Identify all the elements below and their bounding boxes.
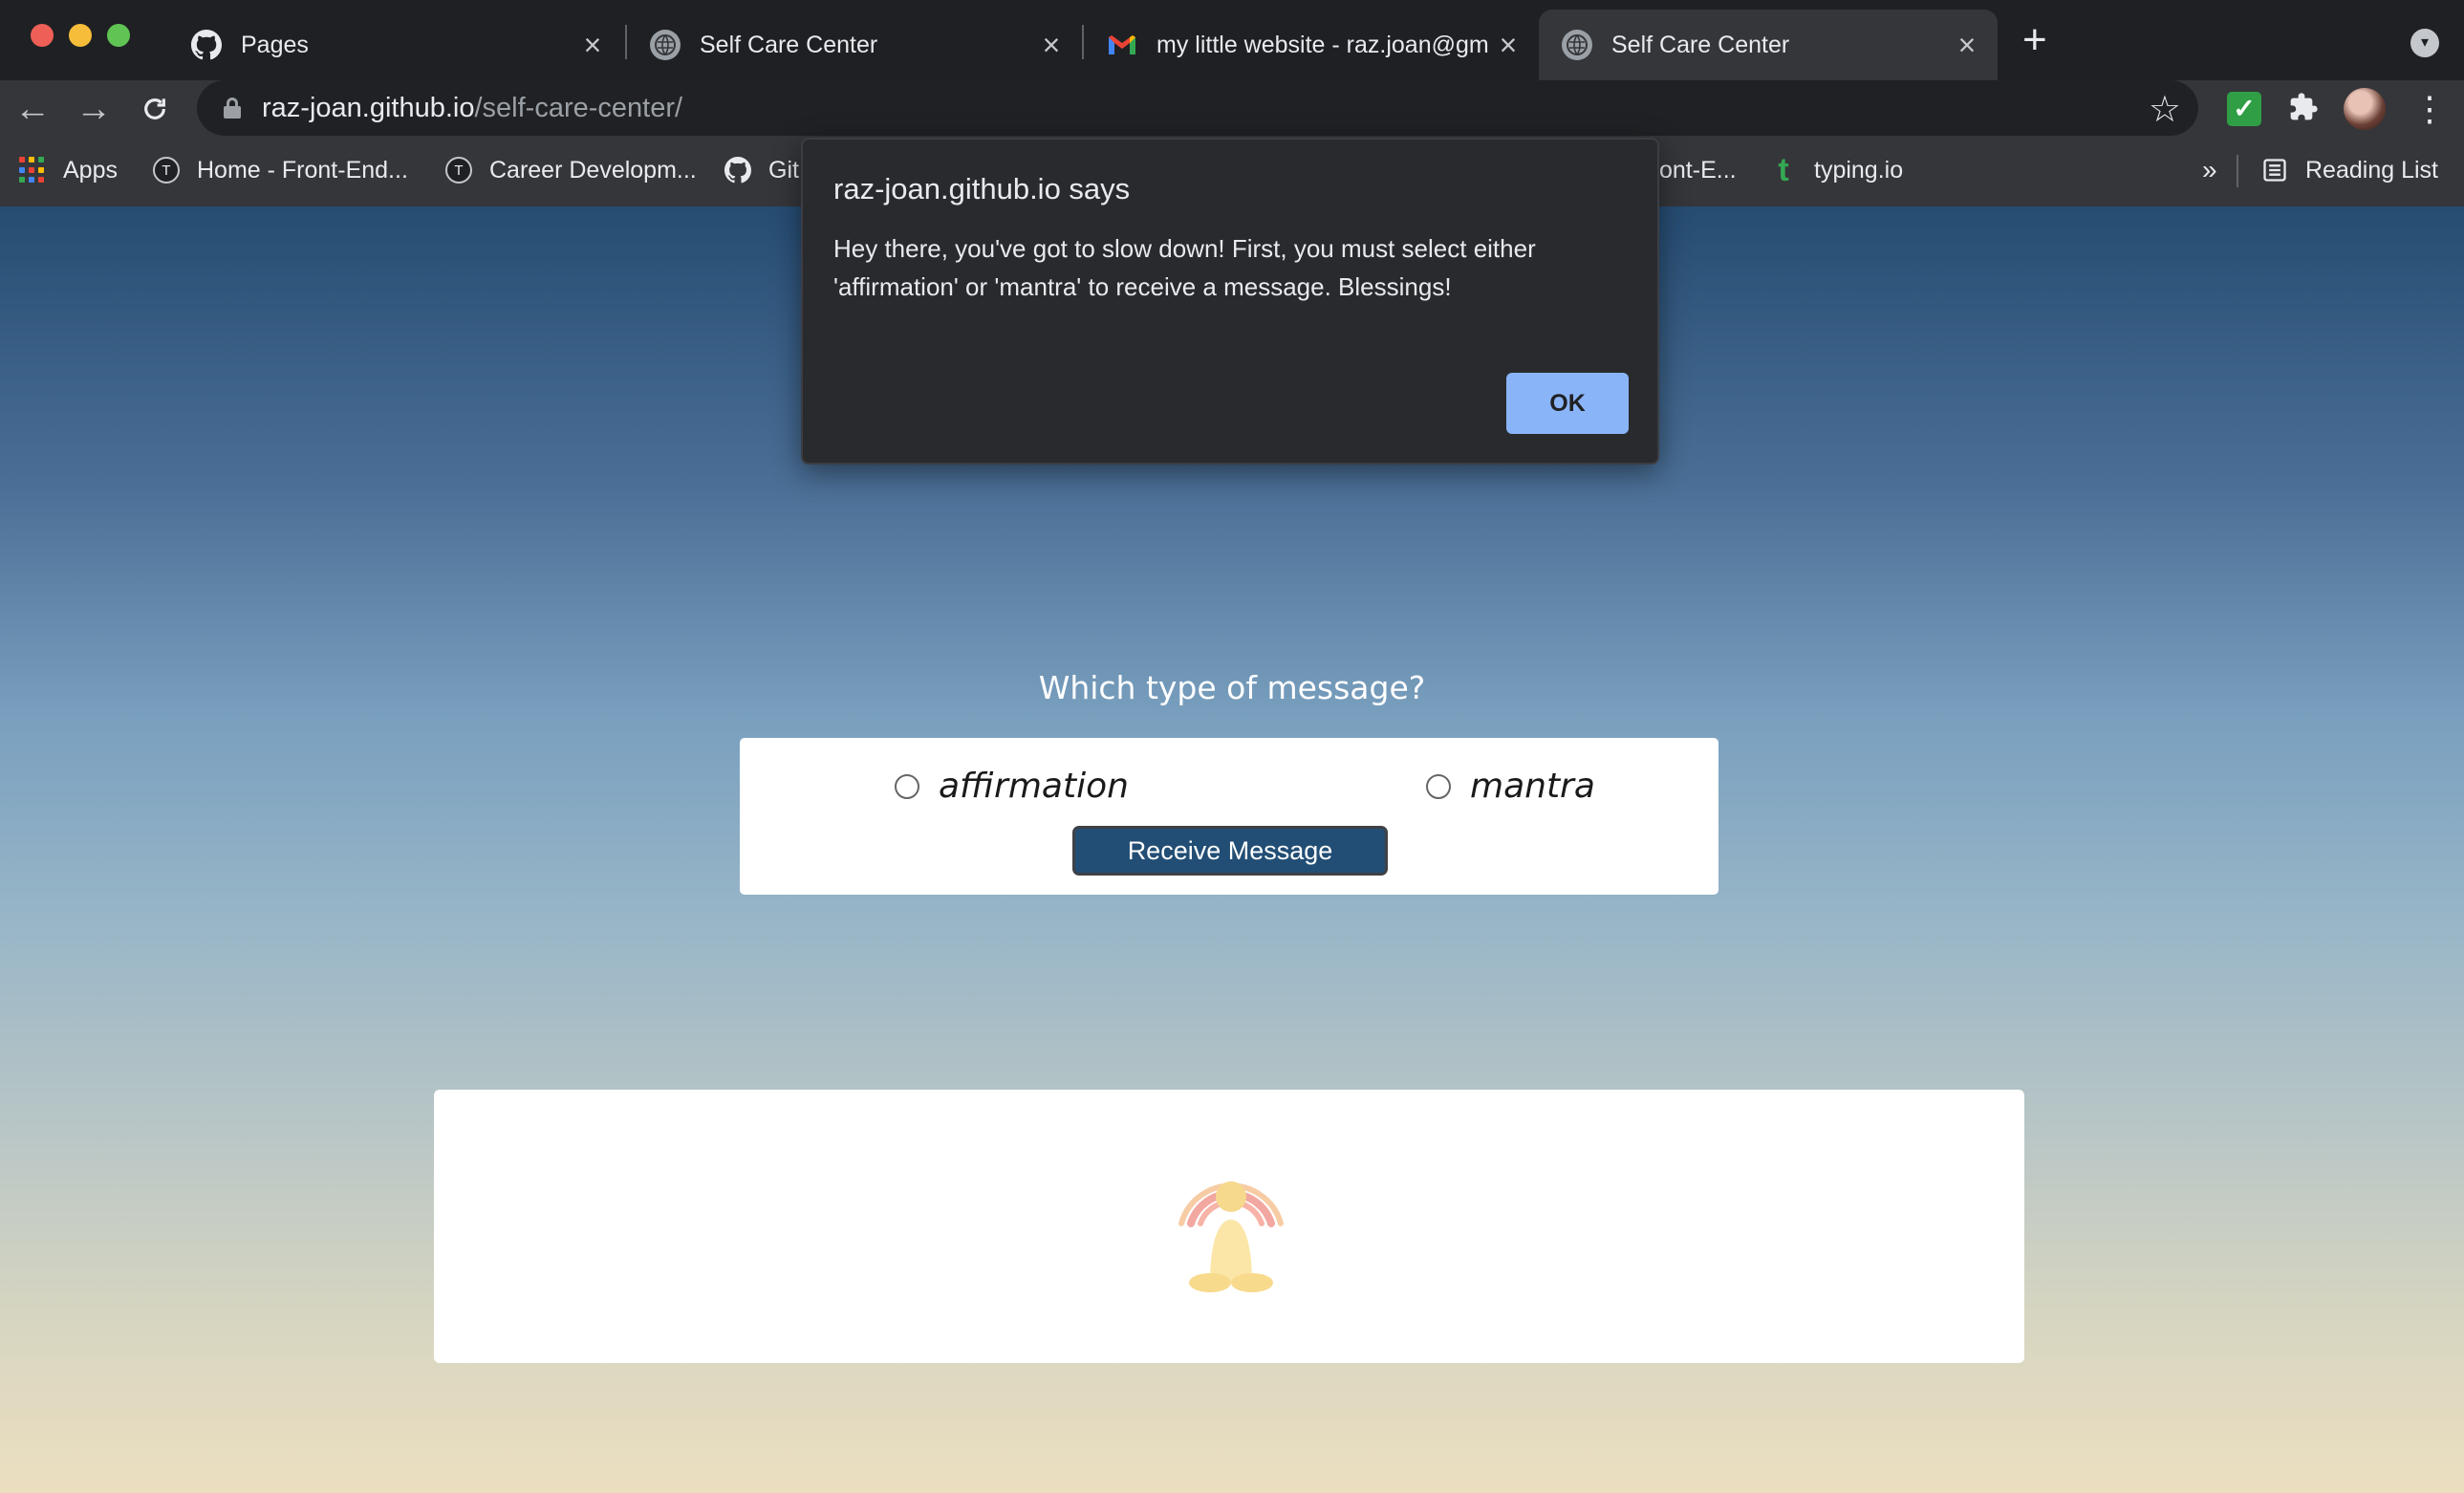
reload-icon[interactable] [134,88,176,130]
bookmark-front-end[interactable]: ont-E... [1659,143,1737,197]
bookmark-label: Apps [63,156,118,184]
menu-kebab-icon[interactable]: ⋮ [2412,92,2447,126]
extensions-puzzle-icon[interactable] [2286,92,2321,126]
bookmarks-separator [2237,155,2238,187]
tab-label: my little website - raz.joan@gm [1156,31,1489,58]
lock-icon [224,97,241,119]
bookmarks-overflow-button[interactable]: » [2202,143,2217,197]
affirmation-label[interactable]: affirmation [939,767,1129,806]
alert-ok-button[interactable]: OK [1506,373,1629,434]
extension-check-icon[interactable]: ✓ [2227,92,2261,126]
alert-message: Hey there, you've got to slow down! Firs… [833,234,1536,301]
bookmark-home-front-end[interactable]: T Home - Front-End... [153,143,408,197]
tab-close-icon[interactable]: × [573,28,612,63]
apps-grid-icon [19,157,46,184]
turing-icon: T [445,157,472,184]
message-display-area [434,1090,2024,1363]
window-zoom-button[interactable] [107,24,130,47]
address-bar[interactable]: raz-joan.github.io/self-care-center/ ☆ [197,80,2198,136]
message-type-question: Which type of message? [1038,669,1426,706]
turing-icon: T [153,157,180,184]
back-arrow-icon[interactable]: ← [11,88,54,130]
tab-close-icon[interactable]: × [1489,28,1527,63]
bookmark-career-development[interactable]: T Career Developm... [445,143,697,197]
bookmark-label: ont-E... [1659,156,1737,184]
globe-icon [1562,30,1592,60]
window-close-button[interactable] [31,24,54,47]
bookmark-label: Career Developm... [489,156,697,184]
alert-dialog: raz-joan.github.io says Hey there, you'v… [801,138,1659,465]
bookmark-label: typing.io [1814,156,1904,184]
new-tab-button[interactable]: + [2022,19,2047,61]
bookmark-github[interactable]: Git [724,143,799,197]
gmail-icon [1107,30,1137,60]
tab-label: Self Care Center [700,31,878,58]
reading-list-icon [2261,157,2288,184]
github-icon [724,157,751,184]
reading-list-label: Reading List [2305,156,2438,184]
reading-list-button[interactable]: Reading List [2261,143,2438,197]
message-type-form: affirmation mantra Receive Message [740,738,1718,895]
bookmark-star-icon[interactable]: ☆ [2149,88,2181,131]
affirmation-radio[interactable] [895,773,919,799]
tab-pages[interactable]: Pages × [168,10,623,80]
bookmark-label: Git [768,156,799,184]
browser-tab-strip: Pages × Self Care Center × my little web… [0,0,2464,80]
forward-arrow-icon[interactable]: → [73,88,115,130]
tab-label: Pages [241,31,309,58]
url-host: raz-joan.github.io [262,92,475,123]
tab-close-icon[interactable]: × [1032,28,1070,63]
mantra-label[interactable]: mantra [1470,767,1595,806]
receive-message-button[interactable]: Receive Message [1072,826,1388,876]
bookmark-label: Home - Front-End... [197,156,408,184]
profile-avatar[interactable] [2344,88,2386,130]
tab-search-icon[interactable]: ▾ [2410,29,2439,57]
globe-icon [650,30,681,60]
typing-icon: t [1778,151,1789,188]
tab-self-care-center-active[interactable]: Self Care Center × [1539,10,1998,80]
affirmation-option[interactable]: affirmation [895,767,1129,806]
tab-self-care-center[interactable]: Self Care Center × [627,10,1082,80]
bookmark-apps[interactable]: Apps [19,143,118,197]
alert-title: raz-joan.github.io says [833,172,1131,206]
window-minimize-button[interactable] [69,24,92,47]
mantra-radio[interactable] [1426,773,1451,799]
tab-label: Self Care Center [1611,31,1790,58]
tab-close-icon[interactable]: × [1948,28,1986,63]
tab-gmail[interactable]: my little website - raz.joan@gm × [1084,10,1539,80]
mantra-option[interactable]: mantra [1426,767,1595,806]
github-icon [191,30,222,60]
meditation-icon [1178,1181,1284,1292]
url-path: /self-care-center/ [474,92,683,123]
bookmark-typing-io[interactable]: t typing.io [1770,143,1903,197]
